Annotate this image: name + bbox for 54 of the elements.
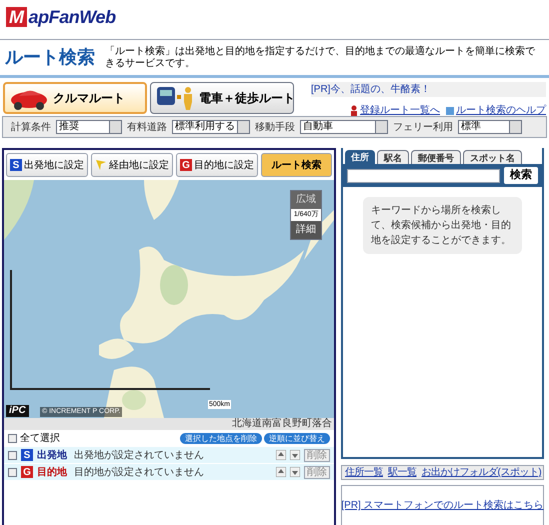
condition-label: フェリー利用: [393, 120, 453, 134]
up-arrow-icon: [276, 467, 286, 477]
page-title: ルート検索: [5, 46, 95, 69]
search-tab[interactable]: 住所: [345, 150, 375, 164]
map-address: 北海道南富良野町落合: [4, 418, 334, 430]
waypoint-text: 出発地が設定されていません: [74, 448, 205, 462]
logo[interactable]: MapFanWeb: [6, 4, 116, 31]
goal-marker: G: [21, 466, 33, 478]
person-icon: [350, 105, 358, 116]
condition-select[interactable]: 自動車: [300, 120, 388, 134]
map-tool-button[interactable]: G 目的地に設定: [176, 153, 258, 177]
list-link[interactable]: 住所一覧: [345, 465, 383, 480]
search-button[interactable]: 検索: [504, 167, 538, 184]
waypoint-type: 目的地: [37, 466, 67, 480]
mode-tab[interactable]: クルマルート: [3, 82, 147, 114]
condition-select[interactable]: 標準: [458, 120, 522, 134]
zoom-out-button[interactable]: 広域: [291, 191, 321, 209]
help-link[interactable]: 登録ルート一覧へ: [350, 103, 440, 118]
map-tool-button[interactable]: 経由地に設定: [91, 153, 173, 177]
map-tool-button[interactable]: S 出発地に設定: [6, 153, 88, 177]
down-arrow-icon: [290, 450, 300, 460]
search-tab[interactable]: 駅名: [377, 150, 409, 164]
flag-icon: [95, 159, 107, 171]
condition-label: 移動手段: [255, 120, 295, 134]
down-arrow-icon: [290, 467, 300, 477]
mode-tab[interactable]: 電車＋徒歩ルート: [150, 82, 294, 114]
waypoint-type: 出発地: [37, 448, 67, 462]
list-action-button[interactable]: 選択した地点を削除: [180, 432, 262, 444]
condition-label: 計算条件: [11, 120, 51, 134]
zoom-in-button[interactable]: 詳細: [291, 221, 321, 239]
condition-label: 有料道路: [127, 120, 167, 134]
search-field[interactable]: [347, 168, 500, 182]
description: 「ルート検索」は出発地と目的地を指定するだけで、目的地までの最適なルートを簡単に検索できるサービスです。: [105, 46, 536, 70]
condition-select[interactable]: 推奨: [56, 120, 122, 134]
help-link[interactable]: ルート検索のヘルプ: [446, 103, 546, 118]
checkbox[interactable]: [8, 434, 17, 442]
condition-select[interactable]: 標準利用する: [172, 120, 250, 134]
list-link[interactable]: お出かけフォルダ(スポット): [422, 465, 542, 480]
square-icon: [446, 106, 454, 114]
list-link[interactable]: 駅一覧: [388, 465, 416, 480]
checkbox[interactable]: [8, 450, 17, 460]
start-marker: S: [21, 449, 33, 461]
search-tab[interactable]: スポット名: [463, 150, 522, 164]
map-tool-button[interactable]: ルート検索: [261, 153, 332, 177]
up-arrow-icon: [276, 450, 286, 460]
waypoint-text: 目的地が設定されていません: [74, 466, 205, 480]
train-and-walker-icon: [155, 85, 195, 111]
list-action-button[interactable]: 逆順に並び替え: [264, 432, 330, 444]
pr-text: [PR]今、話題の、牛酪素！: [311, 82, 546, 97]
select-all-label: 全て選択: [20, 432, 60, 446]
checkbox[interactable]: [8, 468, 17, 476]
search-tab[interactable]: 郵便番号: [411, 150, 461, 164]
search-hint: キーワードから場所を検索して、検索候補から出発地・目的地を設定することができます。: [363, 197, 522, 254]
ipc-logo: iPC: [6, 405, 29, 417]
